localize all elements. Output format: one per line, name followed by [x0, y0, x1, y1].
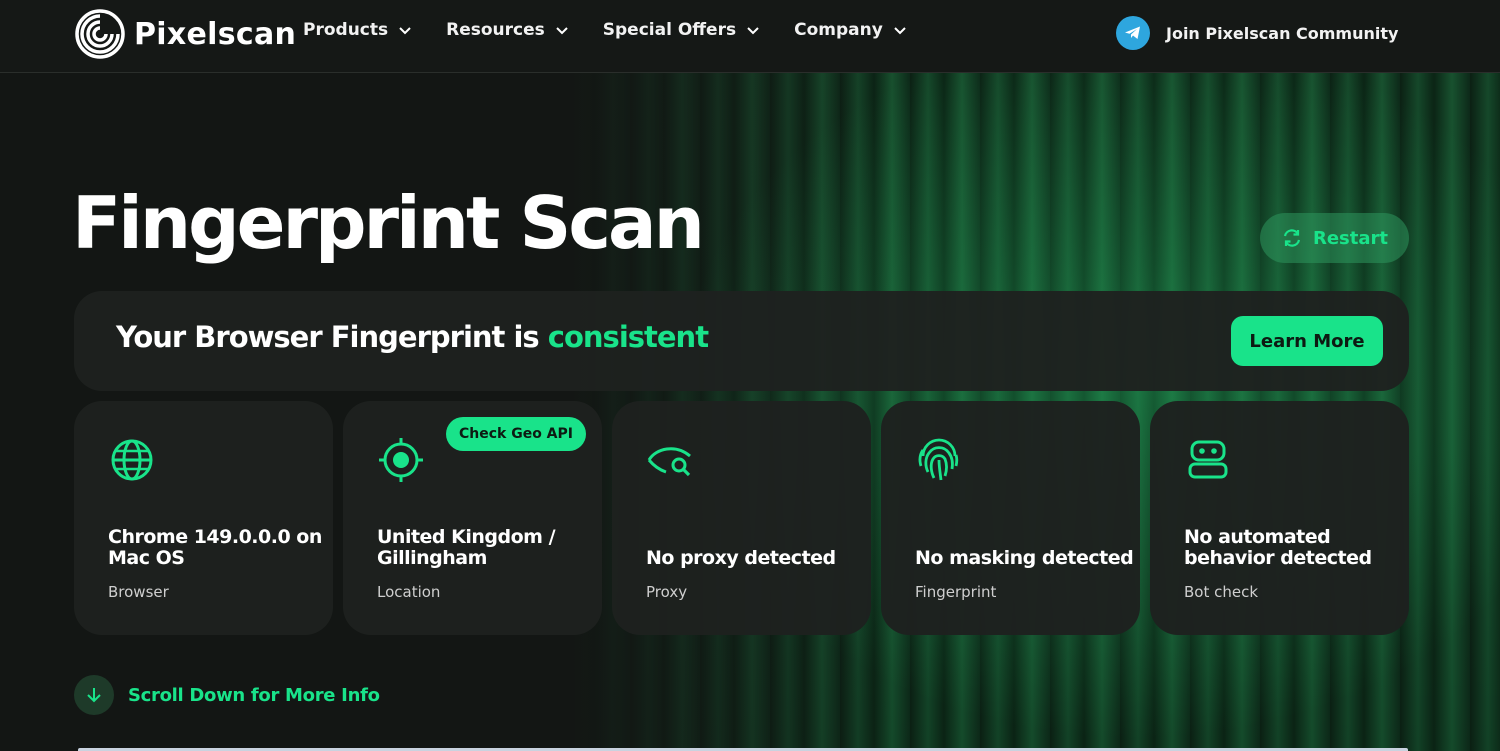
chevron-down-icon: [894, 27, 906, 35]
community-label: Join Pixelscan Community: [1166, 23, 1399, 43]
nav-special-offers-label: Special Offers: [602, 20, 737, 40]
nav-company[interactable]: Company: [794, 20, 907, 40]
nav-company-label: Company: [794, 20, 883, 40]
restart-button[interactable]: Restart: [1260, 213, 1409, 263]
location-card: Check Geo API United Kingdom / Gillingha…: [343, 401, 602, 635]
page-title: Fingerprint Scan: [72, 181, 705, 265]
top-navigation-bar: Pixelscan Products Resources Special Off…: [0, 0, 1500, 73]
location-value: United Kingdom / Gillingham: [377, 526, 556, 569]
restart-label: Restart: [1312, 227, 1388, 249]
join-community-link[interactable]: Join Pixelscan Community: [1116, 16, 1398, 50]
browser-card: Chrome 149.0.0.0 on Mac OS Browser: [74, 401, 333, 635]
fingerprint-label: Fingerprint: [915, 583, 997, 601]
fingerprint-card: No masking detected Fingerprint: [881, 401, 1140, 635]
arrow-down-icon: [74, 675, 114, 715]
nav-resources-label: Resources: [446, 20, 545, 40]
scroll-down-label: Scroll Down for More Info: [128, 684, 380, 706]
bot-check-value: No automated behavior detected: [1184, 526, 1372, 569]
globe-icon: [111, 439, 153, 481]
proxy-card: No proxy detected Proxy: [612, 401, 871, 635]
browser-label: Browser: [108, 583, 169, 601]
nav-products-label: Products: [303, 20, 389, 40]
chevron-down-icon: [747, 27, 759, 35]
crosshair-icon: [379, 438, 423, 482]
chevron-down-icon: [556, 27, 568, 35]
nav-products[interactable]: Products: [303, 20, 412, 40]
check-geo-api-button[interactable]: Check Geo API: [446, 417, 586, 451]
consistency-status: consistent: [547, 320, 709, 354]
nav-special-offers[interactable]: Special Offers: [603, 20, 760, 40]
location-label: Location: [377, 583, 441, 601]
browser-value: Chrome 149.0.0.0 on Mac OS: [108, 526, 322, 569]
consistency-prefix: Your Browser Fingerprint is: [116, 320, 540, 354]
robot-icon: [1188, 440, 1228, 479]
consistency-message: Your Browser Fingerprint is consistent: [116, 320, 709, 354]
telegram-icon: [1116, 16, 1150, 50]
proxy-value: No proxy detected: [646, 547, 836, 569]
scroll-down-link[interactable]: Scroll Down for More Info: [74, 675, 380, 715]
fingerprint-value: No masking detected: [915, 547, 1134, 569]
chevron-down-icon: [399, 27, 411, 35]
pixelscan-logo-icon: [75, 9, 125, 59]
eye-search-icon: [647, 447, 691, 477]
fingerprint-icon: [918, 438, 959, 481]
refresh-icon: [1283, 229, 1301, 247]
page: Pixelscan Products Resources Special Off…: [0, 0, 1500, 751]
consistency-banner: Your Browser Fingerprint is consistent L…: [74, 291, 1409, 391]
brand-name: Pixelscan: [134, 16, 297, 52]
learn-more-button[interactable]: Learn More: [1231, 316, 1383, 366]
bot-check-label: Bot check: [1184, 583, 1259, 601]
main-nav: Products Resources Special Offers Compan…: [303, 20, 941, 40]
proxy-label: Proxy: [646, 583, 688, 601]
bot-check-card: No automated behavior detected Bot check: [1150, 401, 1409, 635]
pixelscan-logo[interactable]: Pixelscan: [74, 8, 296, 60]
nav-resources[interactable]: Resources: [446, 20, 569, 40]
